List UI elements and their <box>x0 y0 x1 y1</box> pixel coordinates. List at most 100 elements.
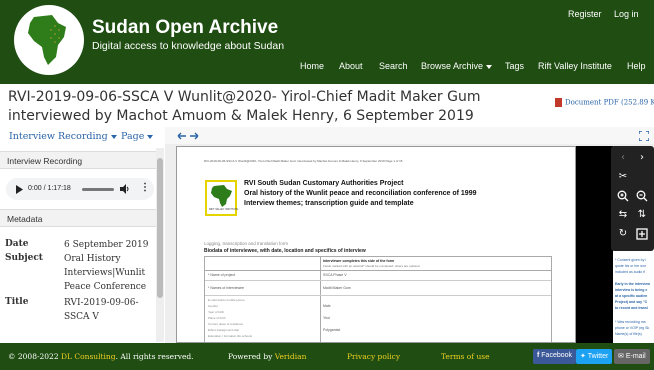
more-options-icon[interactable]: ⋮ <box>140 182 150 194</box>
move-arrows-icon[interactable] <box>177 131 199 141</box>
copyright-text: © 2008-2022 DL Consulting. All rights re… <box>8 352 194 361</box>
doc-heading-2: Oral history of the Wunlit peace and rec… <box>244 190 477 197</box>
document-page: RVI-2019-09-06-SSCA V Wunlit@2020- Yirol… <box>176 146 576 343</box>
table-row-label: Year of birth <box>208 310 225 314</box>
zoom-in-icon[interactable] <box>617 190 629 202</box>
form-title: Logging, transcription and translation f… <box>204 241 289 246</box>
cut-icon[interactable]: ✂ <box>616 171 630 183</box>
rvi-logo-caption: RIFT VALLEY INSTITUTE <box>209 208 239 211</box>
meta-value-date: 6 September 2019 <box>64 240 149 250</box>
table-column-header: Interviewer completes this side of the f… <box>323 259 395 263</box>
pdf-link-label: Document PDF (252.89 KB) <box>565 98 654 107</box>
add-clipping-icon[interactable] <box>636 228 648 240</box>
play-icon[interactable] <box>15 185 24 194</box>
fit-height-icon[interactable]: ⇅ <box>635 209 649 221</box>
table-row-label: Current place of residence <box>208 322 244 326</box>
privacy-policy-link[interactable]: Privacy policy <box>347 352 400 361</box>
side-text-line: * Was recording ma <box>615 320 646 324</box>
rvi-logo: RIFT VALLEY INSTITUTE <box>205 180 239 216</box>
side-text-line: * Consent given by i <box>615 258 647 262</box>
page-gap <box>576 146 613 343</box>
register-link[interactable]: Register <box>568 9 602 19</box>
audio-time: 0:00 / 1:17:18 <box>28 185 71 192</box>
side-text-line: at a specific audien <box>615 294 648 298</box>
doc-heading-1: RVI South Sudan Customary Authorities Pr… <box>244 180 404 187</box>
audio-player[interactable]: 0:00 / 1:17:18 ⋮ <box>6 178 154 200</box>
nav-search[interactable]: Search <box>379 61 408 71</box>
previous-page-icon[interactable]: ‹ <box>616 152 630 164</box>
doc-heading-3: Interview themes; transcription guide an… <box>244 200 414 207</box>
fullscreen-icon[interactable] <box>639 131 649 141</box>
biodata-table: Interviewer completes this side of the f… <box>204 256 552 342</box>
tab-page[interactable]: Page <box>121 131 154 142</box>
page-title: RVI-2019-09-06-SSCA V Wunlit@2020- Yirol… <box>8 89 481 124</box>
fit-width-icon[interactable]: ⇆ <box>616 209 630 221</box>
email-icon: ✉ <box>618 353 626 360</box>
side-text-line: interview is being c <box>615 288 648 292</box>
site-header: Sudan Open Archive Digital access to kno… <box>0 0 654 84</box>
side-text-line: Name(s) of file(s) <box>615 332 642 336</box>
africa-map-icon <box>211 185 232 207</box>
sidebar: Interview Recording 0:00 / 1:17:18 ⋮ Met… <box>0 148 164 342</box>
nav-help[interactable]: Help <box>627 61 646 71</box>
sidebar-tabs: Interview Recording Page <box>0 127 164 148</box>
site-footer: © 2008-2022 DL Consulting. All rights re… <box>0 343 654 370</box>
meta-key-date: Date <box>5 239 29 249</box>
nav-browse-archive[interactable]: Browse Archive <box>421 61 493 71</box>
table-row-label: E-mail and/or mobile phone <box>208 298 245 302</box>
table-column-note: Fields marked with an asterisk* should b… <box>323 264 420 268</box>
meta-value-subject[interactable]: Oral History Interviews|Wunlit Peace Con… <box>64 252 154 294</box>
site-subtitle: Digital access to knowledge about Sudan <box>92 40 285 52</box>
section-interview-recording: Interview Recording <box>0 151 156 169</box>
audio-progress-bar[interactable] <box>82 188 114 191</box>
site-title[interactable]: Sudan Open Archive <box>92 17 278 39</box>
next-page-icon[interactable]: › <box>635 152 649 164</box>
meta-key-title: Title <box>5 297 29 307</box>
tab-page-label: Page <box>121 131 145 142</box>
africa-map-logo-icon <box>28 15 66 65</box>
nav-browse-archive-label: Browse Archive <box>421 61 484 71</box>
side-text-line: to record and transl <box>615 306 648 310</box>
table-row-label: Gender <box>208 304 219 308</box>
viewer-toolbar <box>165 127 654 144</box>
section-metadata: Metadata <box>0 209 156 227</box>
facebook-label: Facebook <box>541 352 573 359</box>
nav-tags[interactable]: Tags <box>505 61 524 71</box>
nav-about[interactable]: About <box>339 61 363 71</box>
doc-header-line: RVI-2019-09-06-SSCA V Wunlit@2020- Yirol… <box>204 159 403 163</box>
nav-rift-valley-institute[interactable]: Rift Valley Institute <box>538 61 612 71</box>
sidebar-scrollbar-thumb[interactable] <box>157 158 163 298</box>
side-text-line: included as audio fi <box>615 270 645 274</box>
side-text-line: Project) and say "C <box>615 300 648 304</box>
side-text-line: Early in the interview <box>615 282 651 286</box>
meta-value-title: RVI-2019-09-06-SSCA V <box>64 298 139 322</box>
table-row-label: Education / formation life schools <box>208 334 253 338</box>
table-row-value: Polygamist <box>323 328 341 332</box>
table-row-label: * Name of project <box>208 273 236 277</box>
copyright-suffix: . All rights reserved. <box>115 352 194 361</box>
volume-icon[interactable] <box>120 184 130 194</box>
terms-of-use-link[interactable]: Terms of use <box>441 352 490 361</box>
zoom-out-icon[interactable] <box>636 190 648 202</box>
viewer-tool-panel: ‹ › ✂ ⇆ ⇅ ↻ <box>611 146 654 251</box>
table-row-value: Madit Maker Gum <box>323 286 351 290</box>
copyright-prefix: © 2008-2022 <box>8 352 59 361</box>
twitter-icon: ✦ <box>580 353 588 360</box>
veridian-link[interactable]: Veridian <box>275 352 307 361</box>
nav-home[interactable]: Home <box>300 61 324 71</box>
form-subtitle: Biodata of interviewee, with date, locat… <box>204 248 366 254</box>
side-text-line: phone or VOIP (eg Sk <box>615 326 650 330</box>
tab-interview-recording[interactable]: Interview Recording <box>9 131 117 142</box>
facebook-share-button[interactable]: f Facebook <box>533 349 577 364</box>
pdf-download-link[interactable]: Document PDF (252.89 KB) <box>555 98 654 107</box>
rotate-icon[interactable]: ↻ <box>616 228 630 240</box>
twitter-share-button[interactable]: ✦ Twitter <box>576 349 613 364</box>
site-logo[interactable] <box>14 5 84 75</box>
email-share-button[interactable]: ✉ E-mail <box>614 349 650 364</box>
login-link[interactable]: Log in <box>614 9 639 19</box>
table-row-label: Ethnic background clan <box>208 328 240 332</box>
table-row-value: SSCA Phase V <box>323 273 347 277</box>
tab-interview-recording-label: Interview Recording <box>9 131 108 142</box>
table-row-label: * Names of interviewee <box>208 286 244 290</box>
dl-consulting-link[interactable]: DL Consulting <box>61 352 116 361</box>
